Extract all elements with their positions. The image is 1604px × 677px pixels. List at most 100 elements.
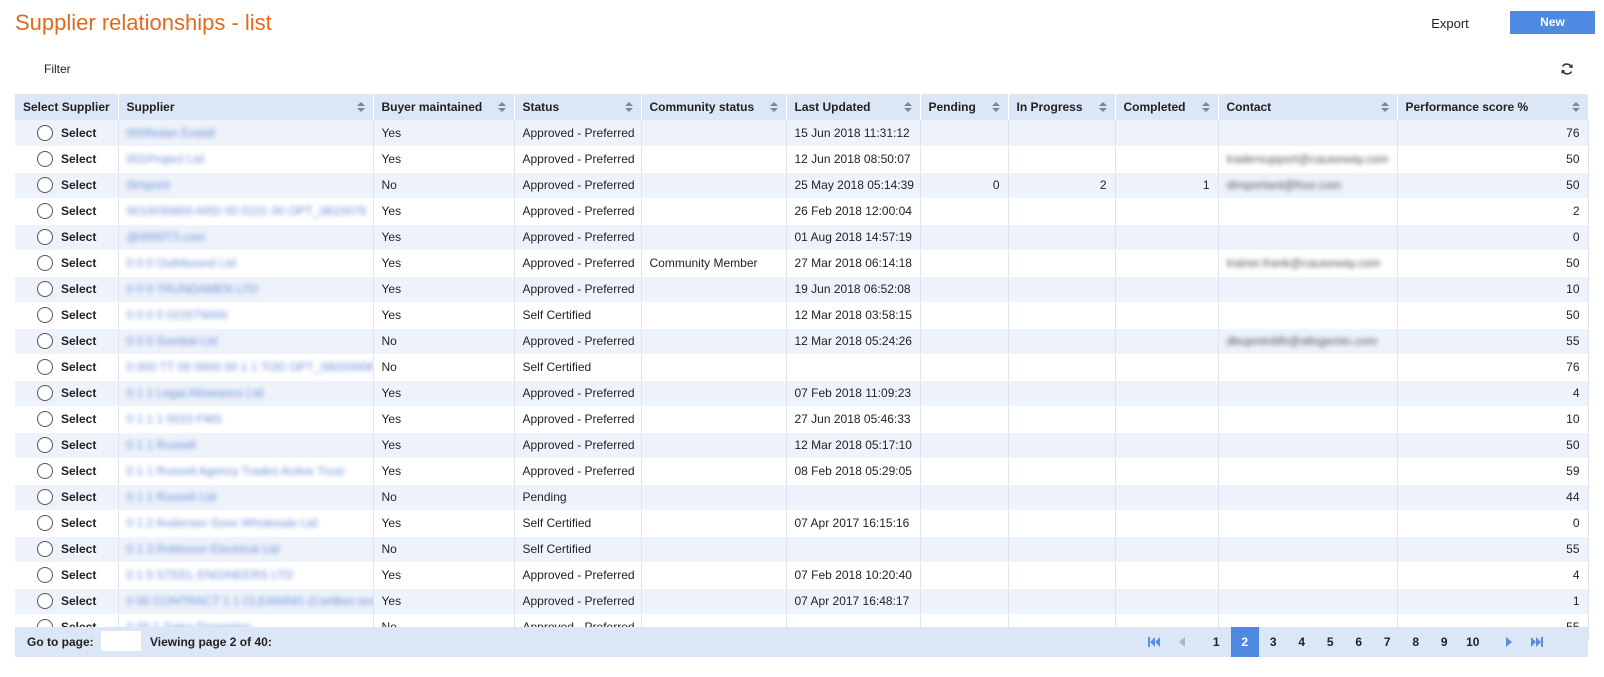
col-header-in-progress[interactable]: In Progress (1008, 94, 1116, 120)
select-label[interactable]: Select (61, 230, 96, 244)
select-supplier-control[interactable]: Select (23, 515, 110, 531)
table-row[interactable]: Select 0 1 5 STEEL ENGINEERS LTD Yes Approv… (15, 562, 1589, 589)
select-supplier-control[interactable]: Select (23, 281, 110, 297)
select-supplier-control[interactable]: Select (23, 593, 110, 609)
sort-icon[interactable] (1380, 102, 1389, 113)
col-header-buyer-maintained[interactable]: Buyer maintained (373, 94, 515, 120)
sort-icon[interactable] (769, 102, 778, 113)
refresh-icon[interactable] (1560, 62, 1574, 76)
select-radio[interactable] (37, 333, 53, 349)
select-label[interactable]: Select (61, 308, 96, 322)
supplier-value[interactable]: 0 00 CONTRACT 1 1 CLEANING (Carillion te… (127, 594, 373, 608)
select-radio[interactable] (37, 411, 53, 427)
select-radio[interactable] (37, 463, 53, 479)
sort-icon[interactable] (903, 102, 912, 113)
select-label[interactable]: Select (61, 542, 96, 556)
table-row[interactable]: Select 0 0 0 TRUNDAMEN LTD Yes Approved - P… (15, 276, 1589, 303)
supplier-value[interactable]: 0 1 1 Russell (127, 438, 196, 452)
select-label[interactable]: Select (61, 282, 96, 296)
col-header-contact[interactable]: Contact (1218, 94, 1398, 120)
prev-page-icon[interactable] (1168, 627, 1196, 657)
page-number-6[interactable]: 6 (1345, 627, 1374, 657)
select-label[interactable]: Select (61, 594, 96, 608)
col-header-performance-score[interactable]: Performance score % (1397, 94, 1589, 120)
page-number-4[interactable]: 4 (1288, 627, 1317, 657)
select-supplier-control[interactable]: Select (23, 229, 110, 245)
supplier-value[interactable]: 0 1 1 1 0010 FMS (127, 412, 222, 426)
supplier-value[interactable]: 0 1 5 STEEL ENGINEERS LTD (127, 568, 294, 582)
select-radio[interactable] (37, 385, 53, 401)
supplier-value[interactable]: 0 0 0 Sombal Ltd (127, 334, 218, 348)
select-radio[interactable] (37, 437, 53, 453)
filter-button[interactable]: Filter (44, 62, 71, 76)
select-radio[interactable] (37, 281, 53, 297)
page-number-2[interactable]: 2 (1230, 627, 1259, 657)
col-header-pending[interactable]: Pending (920, 94, 1009, 120)
select-radio[interactable] (37, 307, 53, 323)
select-label[interactable]: Select (61, 126, 96, 140)
select-supplier-control[interactable]: Select (23, 411, 110, 427)
table-row[interactable]: Select 0 1 1 Russell Yes Approved - Preferr… (15, 432, 1589, 459)
select-supplier-control[interactable]: Select (23, 307, 110, 323)
table-row[interactable]: Select 0 1 3 Robinson Electrical Ltd No Sel… (15, 536, 1589, 563)
select-radio[interactable] (37, 151, 53, 167)
col-header-status[interactable]: Status (514, 94, 642, 120)
export-button[interactable]: Export (1420, 13, 1480, 35)
page-number-10[interactable]: 10 (1459, 627, 1488, 657)
select-supplier-control[interactable]: Select (23, 333, 110, 349)
select-label[interactable]: Select (61, 256, 96, 270)
supplier-value[interactable]: 0 1 1 Russell Ltd (127, 490, 216, 504)
sort-icon[interactable] (624, 102, 633, 113)
select-supplier-control[interactable]: Select (23, 385, 110, 401)
select-radio[interactable] (37, 124, 53, 141)
page-number-5[interactable]: 5 (1316, 627, 1345, 657)
table-row[interactable]: Select 0 0 0 Outhbound Ltd Yes Approved - P… (15, 250, 1589, 277)
select-label[interactable]: Select (61, 386, 96, 400)
page-number-1[interactable]: 1 (1202, 627, 1231, 657)
new-button[interactable]: New (1510, 11, 1595, 34)
supplier-value[interactable]: 0 0 0 0 GOSTMAN (127, 308, 228, 322)
select-label[interactable]: Select (61, 204, 96, 218)
select-supplier-control[interactable]: Select (23, 151, 110, 167)
select-label[interactable]: Select (61, 438, 96, 452)
select-supplier-control[interactable]: Select (23, 567, 110, 583)
table-row[interactable]: Select @0000T3.com Yes Approved - Preferred… (15, 224, 1589, 251)
select-radio[interactable] (37, 359, 53, 375)
next-page-icon[interactable] (1495, 627, 1523, 657)
select-radio[interactable] (37, 567, 53, 583)
select-supplier-control[interactable]: Select (23, 437, 110, 453)
select-label[interactable]: Select (61, 516, 96, 530)
table-row[interactable]: Select 0Imprint No Approved - Preferred 25 M… (15, 172, 1589, 199)
last-page-icon[interactable] (1523, 627, 1551, 657)
select-supplier-control[interactable]: Select (23, 541, 110, 557)
select-label[interactable]: Select (61, 490, 96, 504)
sort-icon[interactable] (991, 102, 1000, 113)
table-row[interactable]: Select 0 1 1 Russell Ltd No Pending 44 (15, 484, 1589, 511)
table-row[interactable]: Select 0 000 TT 00 0000 00 1 1 TOD OPT_08… (15, 354, 1589, 381)
first-page-icon[interactable] (1140, 627, 1168, 657)
table-row[interactable]: Select 0 1 1 Legal Allowance Ltd Yes Approv… (15, 380, 1589, 407)
page-number-3[interactable]: 3 (1259, 627, 1288, 657)
sort-icon[interactable] (356, 102, 365, 113)
select-supplier-control[interactable]: Select (23, 203, 110, 219)
table-row[interactable]: Select 001Project Ltd Yes Approved - Prefer… (15, 146, 1589, 173)
supplier-value[interactable]: 0 1 3 Robinson Electrical Ltd (127, 542, 280, 556)
supplier-value[interactable]: @0000T3.com (127, 230, 206, 244)
sort-icon[interactable] (497, 102, 506, 113)
sort-icon[interactable] (1571, 102, 1580, 113)
col-header-community-status[interactable]: Community status (641, 94, 787, 120)
page-number-9[interactable]: 9 (1430, 627, 1459, 657)
supplier-value[interactable]: 0 0 0 TRUNDAMEN LTD (127, 282, 259, 296)
select-label[interactable]: Select (61, 568, 96, 582)
select-supplier-control[interactable]: Select (23, 359, 110, 375)
table-row[interactable]: Select 0 1 1 1 0010 FMS Yes Approved - Pref… (15, 406, 1589, 433)
col-header-completed[interactable]: Completed (1115, 94, 1219, 120)
table-row[interactable]: Select 0 1 2 Andersen Sons Wholesale Ltd Y… (15, 510, 1589, 537)
select-radio[interactable] (37, 541, 53, 557)
supplier-value[interactable]: 000Nolan Endall (127, 126, 215, 140)
supplier-value[interactable]: 0 1 2 Andersen Sons Wholesale Ltd (127, 516, 318, 530)
select-radio[interactable] (37, 255, 53, 271)
col-header-supplier[interactable]: Supplier (118, 94, 374, 120)
select-radio[interactable] (37, 515, 53, 531)
select-supplier-control[interactable]: Select (23, 177, 110, 193)
